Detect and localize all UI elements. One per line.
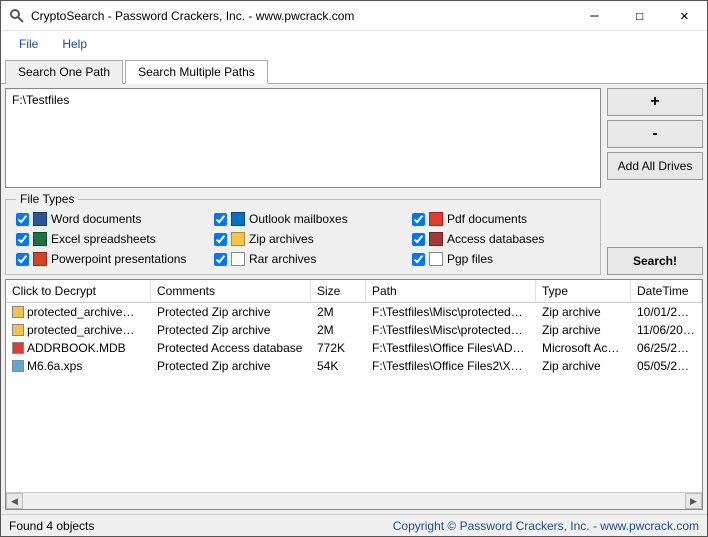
filetype-excel[interactable]: Excel spreadsheets <box>16 232 194 246</box>
filetype-word-checkbox[interactable] <box>16 213 29 226</box>
table-row[interactable]: protected_archive… Protected Zip archive2… <box>6 321 702 339</box>
status-left: Found 4 objects <box>9 519 393 533</box>
cell-name: M6.6a.xps <box>27 359 82 373</box>
excel-icon <box>33 232 47 246</box>
cell-size: 772K <box>311 340 366 356</box>
window-controls: — ☐ ✕ <box>572 1 707 30</box>
cell-name: protected_archive… <box>27 323 134 337</box>
results-body: protected_archive…Protected Zip archive2… <box>6 303 702 492</box>
menu-file[interactable]: File <box>9 33 48 55</box>
cell-comments: Protected Zip archive <box>151 358 311 374</box>
cell-datetime: 05/05/2006 06:47:02 … <box>631 358 702 374</box>
path-buttons: + - Add All Drives <box>607 88 703 188</box>
results-header: Click to Decrypt Comments Size Path Type… <box>6 280 702 303</box>
add-all-drives-button[interactable]: Add All Drives <box>607 152 703 180</box>
status-right: Copyright © Password Crackers, Inc. - ww… <box>393 519 699 533</box>
cell-datetime: 06/25/2009 03:59:00 … <box>631 340 702 356</box>
cell-datetime: 10/01/2016 07:22:20 … <box>631 304 702 320</box>
cell-size: 2M <box>311 322 366 338</box>
col-header-name[interactable]: Click to Decrypt <box>6 280 151 302</box>
file-icon <box>12 324 24 336</box>
filetype-zip[interactable]: Zip archives <box>214 232 392 246</box>
filetype-excel-checkbox[interactable] <box>16 233 29 246</box>
table-row[interactable]: ADDRBOOK.MDB Protected Access database772… <box>6 339 702 357</box>
col-header-datetime[interactable]: DateTime <box>631 280 702 302</box>
scroll-left-button[interactable]: ◀ <box>6 493 23 509</box>
menubar: File Help <box>1 31 707 57</box>
file-icon <box>12 360 24 372</box>
window-title: CryptoSearch - Password Crackers, Inc. -… <box>31 9 572 23</box>
scroll-right-button[interactable]: ▶ <box>685 493 702 509</box>
cell-path: F:\Testfiles\Misc\protected_arc… <box>366 322 536 338</box>
file-icon <box>12 306 24 318</box>
rar-icon <box>231 252 245 266</box>
filetype-pgp-checkbox[interactable] <box>412 253 425 266</box>
filetypes-row: File Types Word documents Outlook mailbo… <box>5 192 703 275</box>
file-icon <box>12 342 24 354</box>
statusbar: Found 4 objects Copyright © Password Cra… <box>1 514 707 536</box>
content-area: F:\Testfiles + - Add All Drives File Typ… <box>1 84 707 514</box>
horizontal-scrollbar[interactable]: ◀ ▶ <box>6 492 702 509</box>
cell-datetime: 11/06/2012 09:52:30 … <box>631 322 702 338</box>
cell-type: Zip archive <box>536 322 631 338</box>
zip-icon <box>231 232 245 246</box>
cell-type: Zip archive <box>536 304 631 320</box>
col-header-comments[interactable]: Comments <box>151 280 311 302</box>
app-icon <box>9 8 25 24</box>
cell-size: 2M <box>311 304 366 320</box>
cell-path: F:\Testfiles\Misc\protected_arc… <box>366 304 536 320</box>
filetype-access-checkbox[interactable] <box>412 233 425 246</box>
cell-name: protected_archive… <box>27 305 134 319</box>
cell-path: F:\Testfiles\Office Files2\XPS\… <box>366 358 536 374</box>
cell-path: F:\Testfiles\Office Files\ADDR… <box>366 340 536 356</box>
maximize-button[interactable]: ☐ <box>617 1 662 30</box>
minimize-button[interactable]: — <box>572 1 617 30</box>
col-header-type[interactable]: Type <box>536 280 631 302</box>
filetype-ppt-checkbox[interactable] <box>16 253 29 266</box>
file-types-legend: File Types <box>16 192 78 206</box>
tabs: Search One Path Search Multiple Paths <box>1 57 707 84</box>
menu-help[interactable]: Help <box>52 33 97 55</box>
cell-type: Zip archive <box>536 358 631 374</box>
filetype-rar-checkbox[interactable] <box>214 253 227 266</box>
tab-search-multiple-paths[interactable]: Search Multiple Paths <box>125 60 268 84</box>
col-header-path[interactable]: Path <box>366 280 536 302</box>
file-types-group: File Types Word documents Outlook mailbo… <box>5 192 601 275</box>
filetype-pdf-checkbox[interactable] <box>412 213 425 226</box>
access-icon <box>429 232 443 246</box>
filetype-access[interactable]: Access databases <box>412 232 590 246</box>
filetype-outlook-checkbox[interactable] <box>214 213 227 226</box>
cell-size: 54K <box>311 358 366 374</box>
paths-list[interactable]: F:\Testfiles <box>5 88 601 188</box>
results-panel: Click to Decrypt Comments Size Path Type… <box>5 279 703 510</box>
cell-comments: Protected Zip archive <box>151 322 311 338</box>
scroll-track[interactable] <box>23 493 685 509</box>
outlook-icon <box>231 212 245 226</box>
filetype-zip-checkbox[interactable] <box>214 233 227 246</box>
add-path-button[interactable]: + <box>607 88 703 116</box>
paths-row: F:\Testfiles + - Add All Drives <box>5 88 703 188</box>
remove-path-button[interactable]: - <box>607 120 703 148</box>
pdf-icon <box>429 212 443 226</box>
filetype-pgp[interactable]: Pgp files <box>412 252 590 266</box>
pgp-icon <box>429 252 443 266</box>
cell-name: ADDRBOOK.MDB <box>27 341 126 355</box>
filetype-ppt[interactable]: Powerpoint presentations <box>16 252 194 266</box>
cell-type: Microsoft Ac… <box>536 340 631 356</box>
filetype-rar[interactable]: Rar archives <box>214 252 392 266</box>
cell-comments: Protected Access database <box>151 340 311 356</box>
search-button[interactable]: Search! <box>607 247 703 275</box>
table-row[interactable]: protected_archive… Protected Zip archive2… <box>6 303 702 321</box>
titlebar: CryptoSearch - Password Crackers, Inc. -… <box>1 1 707 31</box>
table-row[interactable]: M6.6a.xps Protected Zip archive54KF:\Test… <box>6 357 702 375</box>
col-header-size[interactable]: Size <box>311 280 366 302</box>
ppt-icon <box>33 252 47 266</box>
cell-comments: Protected Zip archive <box>151 304 311 320</box>
filetype-pdf[interactable]: Pdf documents <box>412 212 590 226</box>
word-icon <box>33 212 47 226</box>
filetype-outlook[interactable]: Outlook mailboxes <box>214 212 392 226</box>
close-button[interactable]: ✕ <box>662 1 707 30</box>
filetype-word[interactable]: Word documents <box>16 212 194 226</box>
tab-search-one-path[interactable]: Search One Path <box>5 60 123 84</box>
